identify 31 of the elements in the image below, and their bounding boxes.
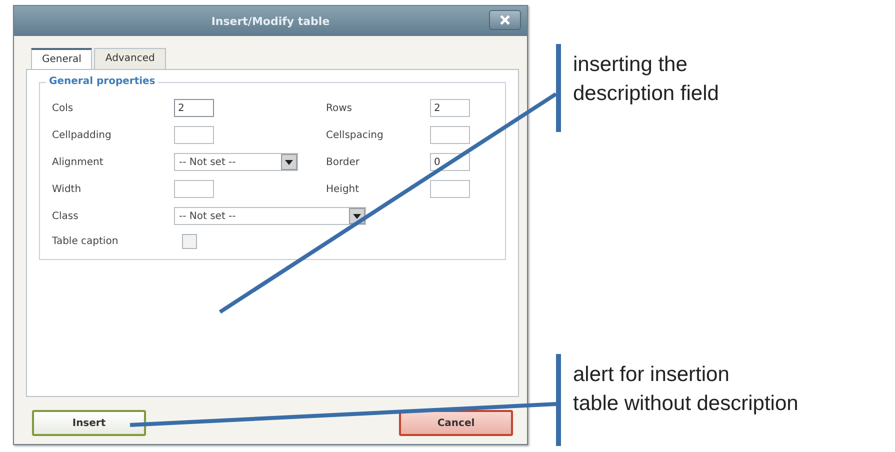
input-field[interactable]: 2 (430, 99, 470, 117)
close-button[interactable] (489, 10, 521, 30)
window-title: Insert/Modify table (211, 14, 330, 28)
dropdown[interactable]: -- Not set -- (174, 153, 298, 171)
field-label: Class (52, 210, 80, 222)
field-label: Width (52, 184, 82, 194)
input-field[interactable]: 0 (430, 153, 470, 171)
input-field[interactable]: 2 (174, 99, 214, 117)
input-field[interactable] (430, 126, 470, 144)
field-label: Cellspacing (326, 130, 384, 140)
caret-icon (281, 154, 297, 170)
field-label: Cellpadding (52, 130, 112, 140)
tab[interactable]: General (31, 48, 92, 69)
input-field[interactable] (174, 126, 214, 144)
field-label: Table caption (52, 236, 120, 247)
field-label: Border (326, 156, 361, 168)
insert-button[interactable]: Insert (32, 410, 146, 436)
field-label: Cols (52, 102, 74, 114)
annotation-text: inserting the description field (573, 52, 719, 107)
tab[interactable]: Advanced (94, 48, 166, 69)
annotation-text: alert for insertion table without description (573, 362, 798, 417)
field-label: Height (326, 184, 360, 194)
field-label: Alignment (52, 156, 104, 168)
fieldset-legend: General properties (46, 76, 158, 87)
input-field[interactable] (174, 180, 214, 198)
checkbox[interactable] (182, 234, 197, 249)
dropdown[interactable]: -- Not set -- (174, 207, 366, 225)
cancel-button[interactable]: Cancel (399, 410, 513, 436)
input-field[interactable] (430, 180, 470, 198)
close-icon (499, 14, 511, 26)
field-label: Rows (326, 102, 354, 114)
